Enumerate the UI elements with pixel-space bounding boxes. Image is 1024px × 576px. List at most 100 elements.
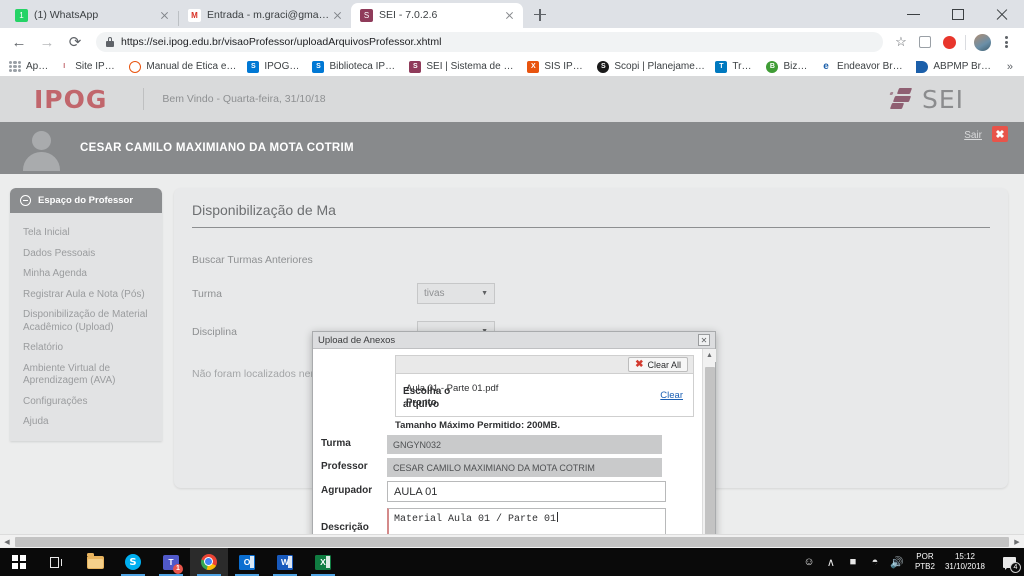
browser-tab-sei[interactable]: S SEI - 7.0.2.6 [351,3,523,28]
clock-date: 31/10/2018 [944,562,985,571]
minimize-button[interactable] [892,0,936,28]
taskbar-excel[interactable]: X [304,548,342,576]
chevron-up-icon[interactable]: ∧ [820,548,842,576]
language-indicator[interactable]: POR PTB2 [908,552,942,572]
taskbar-teams[interactable]: T 1 [152,548,190,576]
notification-count: 4 [1010,562,1021,573]
sei-icon: S [360,9,373,22]
sidebar-item-relatorio[interactable]: Relatório [10,338,162,359]
close-window-button[interactable] [980,0,1024,28]
bookmark-manual-etica[interactable]: Manual de Ética e Co [124,58,242,76]
bookmark-biblioteca-ipog[interactable]: S Biblioteca IPOG [307,58,404,76]
tab-close-icon[interactable] [331,9,345,23]
page-horizontal-scrollbar[interactable]: ◀ ▶ [0,534,1024,548]
sidebar-item-ava[interactable]: Ambiente Virtual de Aprendizagem (AVA) [10,359,162,392]
volume-icon[interactable]: 🔊 [886,548,908,576]
field-label-agrupador: Agrupador [321,485,373,497]
bookmark-star-icon[interactable]: ☆ [889,30,913,54]
new-tab-button[interactable] [527,2,553,28]
sidebar-item-registrar-aula-nota[interactable]: Registrar Aula e Nota (Pós) [10,285,162,306]
taskbar-outlook[interactable]: O [228,548,266,576]
turma-select[interactable]: tivas ▼ [417,283,495,304]
sidebar-item-dados-pessoais[interactable]: Dados Pessoais [10,244,162,265]
forward-button[interactable]: → [34,29,60,55]
teams-icon: T 1 [163,554,183,574]
dialog-row-agrupador: Agrupador AULA 01 [313,481,704,502]
bookmark-sis-ipog[interactable]: X SIS IPOG [522,58,592,76]
profile-avatar[interactable] [970,30,994,54]
sidebar-item-configuracoes[interactable]: Configurações [10,392,162,413]
descricao-value: Material Aula 01 / Parte 01 [394,514,557,525]
scroll-left-icon[interactable]: ◀ [0,535,14,549]
clear-all-button[interactable]: ✖ Clear All [628,357,688,372]
dialog-title: Upload de Anexos [318,334,396,346]
tab-title: SEI - 7.0.2.6 [379,9,438,21]
sidebar-item-disponibilizacao-material[interactable]: Disponibilização de Material Acadêmico (… [10,305,162,338]
adblock-icon[interactable] [937,30,961,54]
back-button[interactable]: ← [6,29,32,55]
notification-center-button[interactable]: 4 [994,548,1024,576]
reload-button[interactable]: ⟳ [62,29,88,55]
bookmark-apps[interactable]: Apps [4,58,53,76]
tab-close-icon[interactable] [503,9,517,23]
bookmark-abpmp[interactable]: ABPMP Brasil [911,58,999,76]
form-row-buscar-turmas: Buscar Turmas Anteriores [192,254,990,266]
bookmark-bizagi[interactable]: B Bizagi [761,58,815,76]
upload-area: Escolha o arquivo ✖ Clear All Aula 01 - … [395,355,694,417]
taskbar-file-explorer[interactable] [76,548,114,576]
x-red-icon: ✖ [635,359,644,370]
bookmark-scopi[interactable]: S Scopi | Planejamento [592,58,710,76]
word-icon: W [277,554,293,570]
scroll-thumb[interactable] [704,367,715,548]
close-session-icon[interactable]: ✖ [992,126,1008,142]
toolbar-separator [965,34,966,50]
browser-tab-whatsapp[interactable]: 1 (1) WhatsApp [6,3,178,28]
sis-icon: X [527,60,540,73]
tab-title: (1) WhatsApp [34,9,99,21]
apps-grid-icon [9,60,21,73]
people-icon[interactable]: ☺ [798,548,820,576]
agrupador-input[interactable]: AULA 01 [387,481,666,502]
bookmark-ipognet[interactable]: S IPOGnet [242,58,307,76]
site-header: IPOG Bem Vindo - Quarta-feira, 31/10/18 … [0,76,1024,122]
logout-link[interactable]: Sair [964,130,982,141]
battery-icon[interactable]: ■ [842,548,864,576]
scroll-up-icon[interactable]: ▲ [703,349,716,362]
task-view-button[interactable] [38,548,76,576]
welcome-message: Bem Vindo - Quarta-feira, 31/10/18 [162,93,326,105]
sidebar-item-ajuda[interactable]: Ajuda [10,412,162,433]
language-line-2: PTB2 [914,562,935,571]
browser-tab-gmail[interactable]: M Entrada - m.graci@gmail.com - C [179,3,351,28]
bookmark-site-ipog[interactable]: I Site IPOG [53,58,124,76]
sidebar-header[interactable]: Espaço do Professor [10,188,162,213]
sidebar-item-tela-inicial[interactable]: Tela Inicial [10,223,162,244]
start-button[interactable] [0,548,38,576]
chrome-menu-icon[interactable] [994,30,1018,54]
bookmark-trello[interactable]: T Trello [710,58,761,76]
address-bar[interactable]: https://sei.ipog.edu.br/visaoProfessor/u… [96,32,883,52]
maximize-button[interactable] [936,0,980,28]
collapse-icon[interactable] [20,195,31,206]
horizontal-scroll-thumb[interactable] [15,536,1009,547]
field-label-descricao: Descrição [321,521,369,533]
page-title: Disponibilização de Ma [192,202,990,228]
tab-close-icon[interactable] [158,9,172,23]
clock[interactable]: 15:12 31/10/2018 [942,552,994,572]
ipog-icon: I [58,60,71,73]
bookmark-label: Endeavor Brasil [837,61,907,72]
excel-icon: X [315,554,331,570]
file-clear-link[interactable]: Clear [660,390,683,401]
sei-logo: SEI [889,85,964,114]
extension-icon[interactable] [913,30,937,54]
dialog-close-icon[interactable]: ✕ [698,334,710,346]
wifi-icon[interactable]: ◓ [864,548,886,576]
bookmark-endeavor[interactable]: e Endeavor Brasil [815,58,911,76]
taskbar-skype[interactable]: S [114,548,152,576]
dialog-scrollbar[interactable]: ▲ ▼ [702,349,716,548]
taskbar-google-chrome[interactable] [190,548,228,576]
sidebar-item-minha-agenda[interactable]: Minha Agenda [10,264,162,285]
bookmark-sei[interactable]: S SEI | Sistema de Gest [404,58,522,76]
taskbar-word[interactable]: W [266,548,304,576]
scroll-right-icon[interactable]: ▶ [1010,535,1024,549]
bookmarks-overflow-icon[interactable]: » [1000,61,1020,73]
